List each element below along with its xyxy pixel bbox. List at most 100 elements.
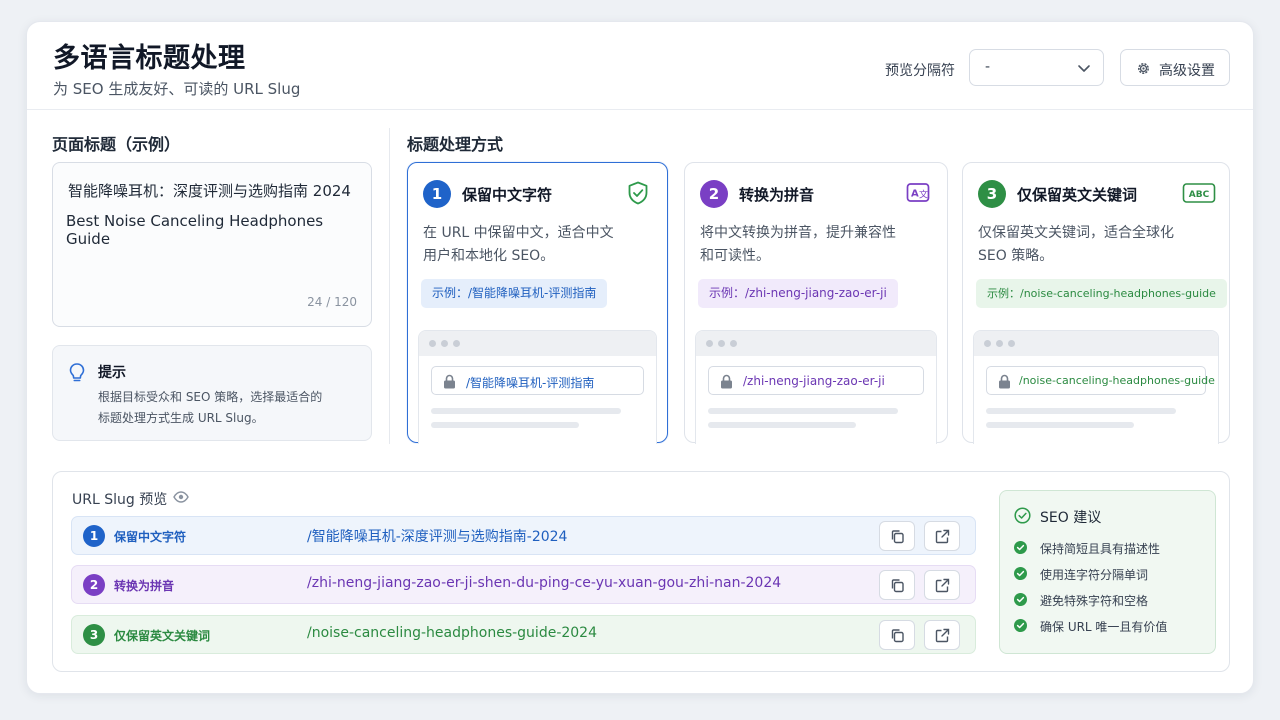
seo-tip-text: 确保 URL 唯一且有价值 [1040, 620, 1168, 634]
method-example: 示例：/智能降噪耳机-评测指南 [421, 279, 608, 308]
row-slug: /智能降噪耳机-深度评测与选购指南-2024 [307, 529, 568, 545]
svg-text:ABC: ABC [1189, 190, 1210, 200]
method-number: 2 [700, 180, 728, 208]
browser-titlebar [696, 331, 936, 356]
check-circle-icon [1014, 507, 1031, 524]
method-desc-line1: 在 URL 中保留中文，适合中文 [423, 225, 614, 241]
page-subtitle: 为 SEO 生成友好、可读的 URL Slug [53, 80, 301, 98]
seo-tip-text: 使用连字符分隔单词 [1040, 568, 1149, 582]
method-desc-line2: 和可读性。 [700, 248, 770, 264]
copy-button[interactable] [879, 570, 915, 600]
separator-select[interactable]: - [969, 49, 1104, 86]
lock-icon [444, 374, 455, 389]
copy-icon [891, 530, 904, 544]
separator-label: 预览分隔符 [885, 63, 955, 79]
advanced-settings-label: 高级设置 [1159, 63, 1215, 79]
browser-mockup: /zhi-neng-jiang-zao-er-ji [695, 330, 937, 444]
external-link-icon [935, 529, 950, 544]
column-divider [389, 128, 390, 444]
lightbulb-icon [69, 363, 85, 382]
translate-icon: A 文 [906, 183, 930, 202]
method-example: 示例：/zhi-neng-jiang-zao-er-ji [698, 279, 898, 308]
methods-label: 标题处理方式 [407, 135, 504, 154]
lock-icon [721, 374, 732, 389]
page-title: 多语言标题处理 [53, 43, 246, 74]
method-card-english-keywords[interactable]: 3 仅保留英文关键词 ABC 仅保留英文关键词，适合全球化 SEO 策略。 示例… [962, 162, 1230, 444]
title-line-zh: 智能降噪耳机：深度评测与选购指南 2024 [68, 182, 351, 200]
method-card-pinyin[interactable]: 2 转换为拼音 A 文 将中文转换为拼音，提升兼容性 和可读性。 示例：/zhi… [684, 162, 948, 444]
row-label: 保留中文字符 [114, 530, 187, 544]
tip-box: 提示 根据目标受众和 SEO 策略，选择最适合的 标题处理方式生成 URL Sl… [52, 345, 372, 441]
shield-check-icon [628, 181, 648, 205]
seo-tip-item: 使用连字符分隔单词 [1014, 565, 1214, 583]
method-desc-line1: 将中文转换为拼音，提升兼容性 [700, 225, 896, 241]
method-title: 保留中文字符 [462, 186, 553, 204]
method-desc-line1: 仅保留英文关键词，适合全球化 [978, 225, 1174, 241]
lock-icon [999, 374, 1010, 389]
tip-line2: 标题处理方式生成 URL Slug。 [98, 411, 264, 425]
row-label: 仅保留英文关键词 [114, 629, 211, 643]
seo-tip-item: 确保 URL 唯一且有价值 [1014, 617, 1214, 635]
abc-icon: ABC [1182, 183, 1216, 203]
method-title: 转换为拼音 [739, 186, 815, 204]
check-icon [1014, 541, 1027, 554]
title-textarea[interactable]: 智能降噪耳机：深度评测与选购指南 2024 Best Noise Canceli… [52, 162, 372, 327]
slug-row-pinyin: 2 转换为拼音 /zhi-neng-jiang-zao-er-ji-shen-d… [71, 565, 976, 604]
title-line-en: Best Noise Canceling Headphones Guide [66, 212, 324, 248]
method-desc-line2: SEO 策略。 [978, 248, 1054, 264]
slug-preview-panel: URL Slug 预览 1 保留中文字符 /智能降噪耳机-深度评测与选购指南-2… [52, 471, 1230, 672]
tip-line1: 根据目标受众和 SEO 策略，选择最适合的 [98, 390, 323, 404]
copy-button[interactable] [879, 521, 915, 551]
browser-url-bar: /zhi-neng-jiang-zao-er-ji [708, 366, 924, 395]
method-title: 仅保留英文关键词 [1017, 186, 1138, 204]
seo-tip-text: 保持简短且具有描述性 [1040, 542, 1161, 556]
check-icon [1014, 619, 1027, 632]
method-desc-line2: 用户和本地化 SEO。 [423, 248, 555, 264]
copy-icon [891, 629, 904, 643]
browser-mockup: /noise-canceling-headphones-guide [973, 330, 1219, 444]
row-number: 1 [83, 525, 105, 547]
method-card-keep-chinese[interactable]: 1 保留中文字符 在 URL 中保留中文，适合中文 用户和本地化 SEO。 示例… [407, 162, 668, 444]
seo-tips-box: SEO 建议 保持简短且具有描述性 使用连字符分隔单词 避免特殊字符和空格 确保… [999, 490, 1216, 654]
header: 多语言标题处理 为 SEO 生成友好、可读的 URL Slug 预览分隔符 - … [27, 22, 1253, 110]
main-card: 多语言标题处理 为 SEO 生成友好、可读的 URL Slug 预览分隔符 - … [26, 21, 1254, 694]
slug-row-chinese: 1 保留中文字符 /智能降噪耳机-深度评测与选购指南-2024 [71, 516, 976, 555]
browser-url-text: /noise-canceling-headphones-guide [1019, 374, 1215, 387]
external-link-icon [935, 578, 950, 593]
method-number: 3 [978, 180, 1006, 208]
row-number: 3 [83, 624, 105, 646]
char-count: 24 / 120 [307, 295, 357, 309]
eye-icon [173, 491, 189, 503]
browser-url-text: /智能降噪耳机-评测指南 [466, 376, 595, 390]
page-title-label: 页面标题（示例） [52, 135, 181, 154]
copy-button[interactable] [879, 620, 915, 650]
row-label: 转换为拼音 [114, 579, 175, 593]
row-number: 2 [83, 574, 105, 596]
external-link-icon [935, 628, 950, 643]
seo-title: SEO 建议 [1040, 510, 1102, 526]
method-example: 示例：/noise-canceling-headphones-guide [976, 279, 1227, 308]
open-link-button[interactable] [924, 521, 960, 551]
check-icon [1014, 567, 1027, 580]
check-icon [1014, 593, 1027, 606]
slug-row-english: 3 仅保留英文关键词 /noise-canceling-headphones-g… [71, 615, 976, 654]
advanced-settings-button[interactable]: 高级设置 [1120, 49, 1230, 86]
browser-titlebar [419, 331, 656, 356]
browser-url-text: /zhi-neng-jiang-zao-er-ji [743, 374, 885, 388]
preview-title: URL Slug 预览 [72, 492, 168, 508]
chevron-down-icon [1078, 65, 1090, 72]
open-link-button[interactable] [924, 570, 960, 600]
svg-text:A: A [911, 189, 919, 200]
browser-mockup: /智能降噪耳机-评测指南 [418, 330, 657, 444]
seo-tip-item: 避免特殊字符和空格 [1014, 591, 1214, 609]
browser-url-bar: /noise-canceling-headphones-guide [986, 366, 1215, 395]
open-link-button[interactable] [924, 620, 960, 650]
svg-text:文: 文 [919, 189, 928, 201]
method-number: 1 [423, 180, 451, 208]
seo-tip-text: 避免特殊字符和空格 [1040, 594, 1149, 608]
seo-tip-item: 保持简短且具有描述性 [1014, 539, 1214, 557]
copy-icon [891, 579, 904, 593]
browser-titlebar [974, 331, 1218, 356]
row-slug: /zhi-neng-jiang-zao-er-ji-shen-du-ping-c… [307, 575, 782, 591]
browser-url-bar: /智能降噪耳机-评测指南 [431, 366, 644, 395]
